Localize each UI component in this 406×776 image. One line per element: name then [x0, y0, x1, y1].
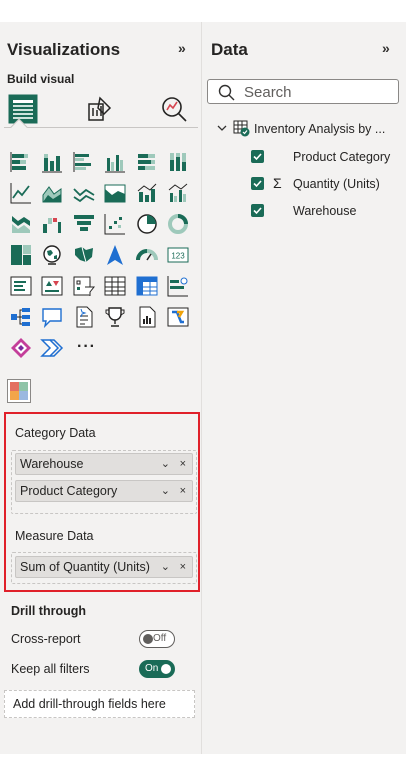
- field-checkbox-warehouse[interactable]: [251, 204, 264, 217]
- stacked-area-chart-icon[interactable]: [72, 181, 96, 205]
- kpi-icon[interactable]: [40, 274, 64, 298]
- table-icon[interactable]: [103, 274, 127, 298]
- measure-data-well[interactable]: Sum of Quantity (Units) ⌄ ×: [11, 552, 197, 584]
- azure-map-icon[interactable]: [103, 243, 127, 267]
- custom-visual-icon[interactable]: [7, 379, 31, 403]
- category-data-well[interactable]: Warehouse ⌄ × Product Category ⌄ ×: [11, 450, 197, 514]
- cross-report-label: Cross-report: [11, 632, 81, 646]
- remove-field-icon[interactable]: ×: [180, 557, 186, 577]
- field-checkbox-quantity-units[interactable]: [251, 177, 264, 190]
- 100-stacked-area-chart-icon[interactable]: [103, 181, 127, 205]
- power-automate-icon[interactable]: [166, 305, 190, 329]
- remove-field-icon[interactable]: ×: [180, 481, 186, 501]
- field-pill-warehouse[interactable]: Warehouse ⌄ ×: [15, 453, 193, 475]
- more-visuals-button[interactable]: ···: [77, 338, 96, 356]
- scatter-chart-icon[interactable]: [103, 212, 127, 236]
- visualizations-pane: Visualizations » Build visual 123 ··· Ca…: [2, 22, 200, 754]
- chevron-down-icon[interactable]: ⌄: [161, 454, 170, 474]
- search-icon: [218, 84, 235, 101]
- multi-row-card-icon[interactable]: [9, 274, 33, 298]
- qna-icon[interactable]: [40, 305, 64, 329]
- data-pane: Data » Search Inventory Analysis by ...: [201, 22, 406, 754]
- field-pill-label: Sum of Quantity (Units): [20, 560, 150, 574]
- keep-all-filters-label: Keep all filters: [11, 662, 90, 676]
- power-apps-icon[interactable]: [9, 336, 33, 360]
- svg-text:123: 123: [171, 252, 185, 261]
- pie-chart-icon[interactable]: [135, 212, 159, 236]
- field-checkbox-product-category[interactable]: [251, 150, 264, 163]
- r-visual-icon[interactable]: [166, 274, 190, 298]
- collapse-data-button[interactable]: »: [382, 40, 390, 56]
- field-name-quantity-units[interactable]: Quantity (Units): [293, 177, 380, 191]
- map-icon[interactable]: [40, 243, 64, 267]
- clustered-column-chart-icon[interactable]: [103, 150, 127, 174]
- line-and-clustered-column-chart-icon[interactable]: [166, 181, 190, 205]
- field-pill-label: Warehouse: [20, 457, 84, 471]
- smart-narrative-icon[interactable]: [72, 305, 96, 329]
- sigma-icon: Σ: [273, 175, 282, 191]
- clustered-bar-chart-icon[interactable]: [72, 150, 96, 174]
- search-input[interactable]: Search: [207, 79, 399, 104]
- format-visual-icon[interactable]: [82, 92, 116, 126]
- build-visual-divider: [4, 127, 198, 128]
- chevron-down-icon[interactable]: ⌄: [161, 557, 170, 577]
- 100-stacked-column-chart-icon[interactable]: [166, 150, 190, 174]
- table-icon: [233, 119, 251, 140]
- build-visual-label: Build visual: [7, 72, 75, 86]
- card-icon[interactable]: 123: [166, 243, 190, 267]
- data-pane-title: Data: [211, 40, 248, 59]
- drill-through-fields-well[interactable]: Add drill-through fields here: [4, 690, 195, 718]
- remove-field-icon[interactable]: ×: [180, 454, 186, 474]
- line-chart-icon[interactable]: [9, 181, 33, 205]
- field-name-product-category[interactable]: Product Category: [293, 150, 390, 164]
- field-pill-product-category[interactable]: Product Category ⌄ ×: [15, 480, 193, 502]
- search-placeholder: Search: [244, 84, 292, 101]
- chevron-down-icon[interactable]: ⌄: [161, 481, 170, 501]
- waterfall-chart-icon[interactable]: [40, 212, 64, 236]
- category-data-label: Category Data: [15, 426, 96, 440]
- funnel-chart-icon[interactable]: [72, 212, 96, 236]
- slicer-icon[interactable]: [72, 274, 96, 298]
- paginated-report-icon[interactable]: [135, 305, 159, 329]
- panes-root: Visualizations » Build visual 123 ··· Ca…: [0, 22, 406, 754]
- drill-through-title: Drill through: [11, 604, 86, 618]
- build-visual-icon[interactable]: [6, 92, 40, 126]
- filled-map-icon[interactable]: [72, 243, 96, 267]
- toggle-knob: [143, 634, 153, 644]
- keep-all-filters-toggle[interactable]: On: [139, 660, 175, 678]
- toggle-knob: [161, 664, 171, 674]
- visualizations-title: Visualizations: [7, 40, 121, 59]
- stacked-column-chart-icon[interactable]: [40, 150, 64, 174]
- donut-chart-icon[interactable]: [166, 212, 190, 236]
- key-influencers-icon[interactable]: [103, 305, 127, 329]
- 100-stacked-bar-chart-icon[interactable]: [135, 150, 159, 174]
- field-name-warehouse[interactable]: Warehouse: [293, 204, 356, 218]
- line-and-stacked-column-chart-icon[interactable]: [135, 181, 159, 205]
- toggle-state-label: Off: [153, 633, 167, 644]
- stacked-bar-chart-icon[interactable]: [9, 150, 33, 174]
- decomposition-tree-icon[interactable]: [9, 305, 33, 329]
- field-pill-sum-of-quantity[interactable]: Sum of Quantity (Units) ⌄ ×: [15, 556, 193, 578]
- area-chart-icon[interactable]: [40, 181, 64, 205]
- table-name[interactable]: Inventory Analysis by ...: [254, 122, 385, 136]
- gauge-icon[interactable]: [135, 243, 159, 267]
- field-pill-label: Product Category: [20, 484, 118, 498]
- tree-expand-icon[interactable]: [217, 122, 227, 136]
- matrix-icon[interactable]: [135, 274, 159, 298]
- ribbon-chart-icon[interactable]: [9, 212, 33, 236]
- collapse-visualizations-button[interactable]: »: [178, 40, 186, 56]
- toggle-state-label: On: [145, 663, 159, 674]
- measure-data-label: Measure Data: [15, 529, 94, 543]
- field-wells-highlight: Category Data Warehouse ⌄ × Product Cate…: [4, 412, 200, 592]
- cross-report-toggle[interactable]: Off: [139, 630, 175, 648]
- analytics-icon[interactable]: [157, 92, 191, 126]
- treemap-icon[interactable]: [9, 243, 33, 267]
- power-automate-flow-icon[interactable]: [40, 336, 64, 360]
